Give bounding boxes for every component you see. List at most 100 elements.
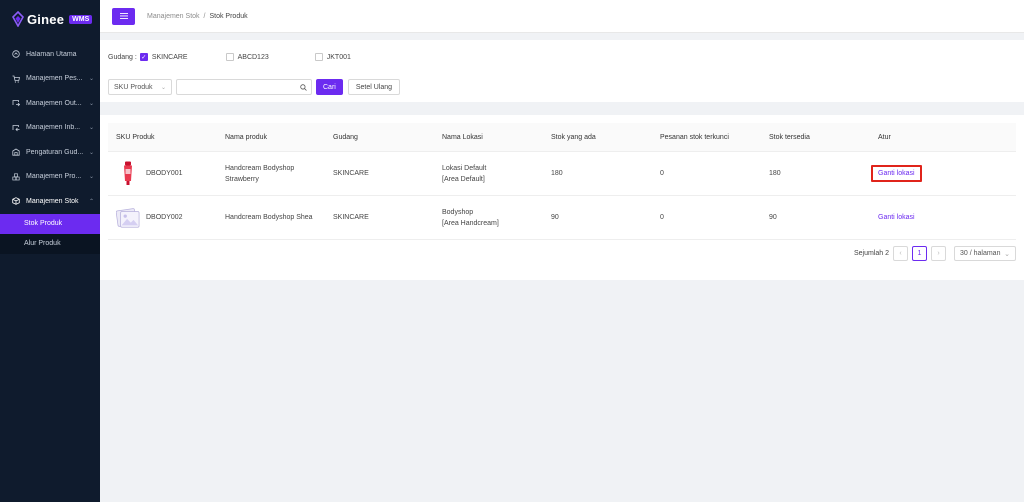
logo[interactable]: Ginee WMS [0,0,100,38]
chevron-down-icon: ⌄ [88,125,94,132]
warehouse-label: Gudang : [108,53,137,61]
warehouse-option-abcd123[interactable]: ABCD123 [225,53,269,61]
sidebar-subitem-stok-produk[interactable]: Stok Produk [0,213,100,234]
table-row: DBODY001 Handcream Bodyshop Strawberry S… [108,152,1016,196]
pagination: Sejumlah 2 ‹ 1 › 30 / halaman ⌄ [854,246,1016,261]
product-thumbnail[interactable] [116,160,140,188]
locked-stock-cell: 0 [660,170,664,177]
warehouse-cell: SKINCARE [333,214,369,221]
chevron-down-icon: ⌄ [88,76,94,83]
search-field-select[interactable]: SKU Produk ⌄ [108,79,172,95]
column-header: Stok yang ada [551,133,596,141]
home-icon [12,50,20,58]
sidebar-item-manajemen-stok[interactable]: Manajemen Stok ⌃ [0,189,100,214]
menu-icon [119,13,128,19]
product-name-cell: Handcream Bodyshop Strawberry [217,163,325,185]
search-icon[interactable] [300,83,307,91]
location-area: [Area Default] [442,175,485,183]
sidebar-item-halaman-utama[interactable]: Halaman Utama [0,42,100,67]
column-header: Pesanan stok terkunci [660,133,729,141]
warehouse-option-skincare[interactable]: ✓ SKINCARE [139,53,188,61]
checkbox-icon[interactable] [225,53,234,61]
sidebar-item-label: Manajemen Stok [26,197,79,205]
sidebar-item-manajemen-outbound[interactable]: Manajemen Out... ⌄ [0,91,100,116]
sidebar-item-manajemen-pesanan[interactable]: Manajemen Pes... ⌄ [0,67,100,92]
sidebar-nav: Halaman Utama Manajemen Pes... ⌄ Manajem… [0,42,100,254]
product-name-line: Strawberry [225,175,259,183]
change-location-link[interactable]: Ganti lokasi [878,214,915,221]
sku-cell: DBODY002 [108,204,217,232]
sku-value: DBODY002 [146,214,183,221]
change-location-link[interactable]: Ganti lokasi [871,165,922,182]
sidebar-item-pengaturan-gudang[interactable]: Pengaturan Gud... ⌄ [0,140,100,165]
breadcrumb-parent[interactable]: Manajemen Stok [147,13,200,20]
checkbox-icon[interactable] [314,53,323,61]
breadcrumb-separator: / [203,12,206,20]
outbound-icon [12,99,20,107]
reset-button[interactable]: Setel Ulang [347,79,401,95]
warehouse-option-label: JKT001 [326,53,351,61]
product-icon [12,173,20,181]
sidebar-item-label: Pengaturan Gud... [26,148,84,156]
sidebar: Ginee WMS Halaman Utama Manajemen Pes...… [0,0,100,502]
search-input[interactable] [176,79,312,95]
chevron-up-icon: ⌃ [88,198,94,205]
warehouse-cell: SKINCARE [333,170,369,177]
location-area: [Area Handcream] [442,219,499,227]
inbound-icon [12,124,20,132]
prev-page-button[interactable]: ‹ [893,246,908,261]
breadcrumb-current: Stok Produk [209,12,248,20]
search-button[interactable]: Cari [316,79,343,95]
sku-value: DBODY001 [146,170,183,177]
breadcrumb: Manajemen Stok / Stok Produk [147,13,248,20]
sidebar-item-manajemen-inbound[interactable]: Manajemen Inb... ⌄ [0,116,100,141]
page-size-select[interactable]: 30 / halaman ⌄ [954,246,1016,261]
column-header: Atur [878,133,891,141]
page-number-button[interactable]: 1 [912,246,927,261]
chevron-down-icon: ⌄ [88,149,94,156]
top-header: Manajemen Stok / Stok Produk [100,0,1024,33]
total-count: Sejumlah 2 [853,250,889,257]
chevron-down-icon: ⌄ [88,100,94,107]
ginee-logo-icon [12,11,24,27]
column-header: Stok tersedia [769,133,810,141]
chevron-down-icon: ⌄ [1004,250,1010,258]
warehouse-icon [12,148,20,156]
sku-cell: DBODY001 [108,160,217,188]
sidebar-item-label: Manajemen Pro... [26,173,82,181]
location-name: Bodyshop [442,208,474,216]
stock-cell: 180 [551,170,563,177]
search-field-value: SKU Produk [114,83,153,91]
location-cell: Bodyshop [Area Handcream] [434,207,543,229]
chevron-left-icon: ‹ [899,250,902,257]
warehouse-option-jkt001[interactable]: JKT001 [314,53,351,61]
action-cell: Ganti lokasi [870,214,1006,221]
warehouse-filter: Gudang : ✓ SKINCARE ABCD123 JKT001 [108,53,351,61]
table-header: SKU Produk Nama produk Gudang Nama Lokas… [108,123,1016,152]
chevron-down-icon: ⌄ [88,174,94,181]
action-cell: Ganti lokasi [870,165,1006,182]
page-size-value: 30 / halaman [960,250,1001,257]
warehouse-option-label: ABCD123 [237,53,269,61]
sidebar-item-label: Halaman Utama [26,50,77,58]
column-header: Gudang [333,133,358,141]
product-photo-icon [124,161,132,185]
locked-stock-cell: 0 [660,214,664,221]
filter-panel: Gudang : ✓ SKINCARE ABCD123 JKT001 SKU P… [100,40,1024,102]
stock-table-panel: SKU Produk Nama produk Gudang Nama Lokas… [100,115,1024,280]
menu-toggle-button[interactable] [112,7,135,25]
logo-badge: WMS [69,14,93,24]
table-row: DBODY002 Handcream Bodyshop Shea SKINCAR… [108,196,1016,240]
location-cell: Lokasi Default [Area Default] [434,163,543,185]
product-thumbnail[interactable] [116,204,140,232]
cart-icon [12,75,20,83]
sidebar-subitem-alur-produk[interactable]: Alur Produk [0,233,100,254]
checkbox-checked-icon[interactable]: ✓ [139,53,148,61]
next-page-button[interactable]: › [931,246,946,261]
logo-text: Ginee [27,11,65,27]
image-placeholder-icon [116,207,140,228]
search-row: SKU Produk ⌄ Cari Setel Ulang [108,79,401,95]
sidebar-item-manajemen-produk[interactable]: Manajemen Pro... ⌄ [0,165,100,190]
warehouse-option-label: SKINCARE [151,53,188,61]
available-stock-cell: 90 [769,214,777,221]
